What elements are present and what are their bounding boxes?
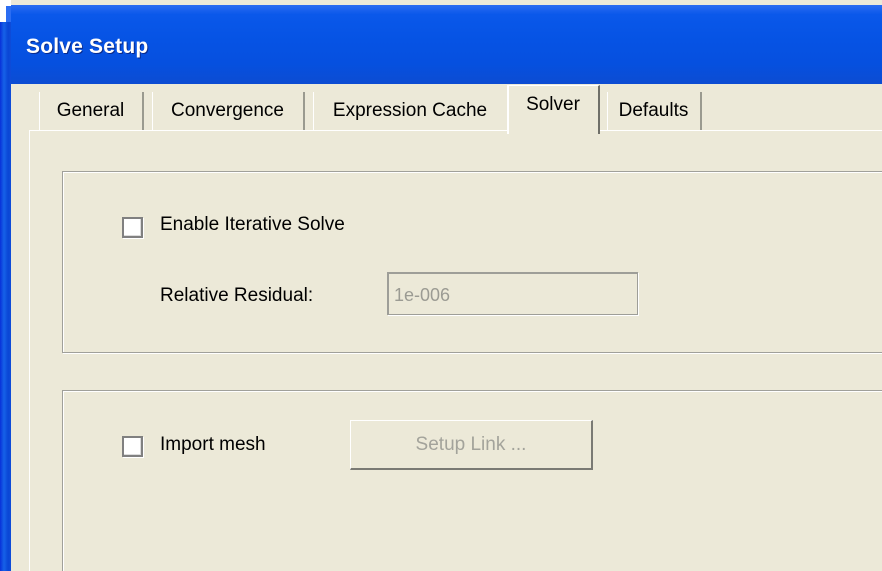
tab-solver-label: Solver (526, 94, 580, 115)
setup-link-button[interactable]: Setup Link ... (350, 420, 593, 470)
title-bar[interactable]: Solve Setup (0, 5, 882, 84)
tab-strip: General Convergence Expression Cache Sol… (11, 84, 882, 134)
tab-convergence[interactable]: Convergence (152, 92, 305, 130)
tab-defaults-label: Defaults (618, 100, 689, 121)
relative-residual-label: Relative Residual: (160, 285, 314, 306)
tab-expression-cache[interactable]: Expression Cache (313, 92, 509, 130)
tab-expression-cache-label: Expression Cache (332, 100, 488, 121)
enable-iterative-solve-checkbox[interactable] (122, 217, 143, 238)
tab-general-label: General (56, 100, 125, 121)
iterative-solve-group (62, 171, 882, 353)
tab-convergence-label: Convergence (170, 100, 285, 121)
window-frame-left (0, 0, 11, 571)
tab-defaults[interactable]: Defaults (607, 92, 702, 130)
import-mesh-group (62, 390, 882, 571)
window-title: Solve Setup (26, 35, 149, 58)
window-frame-corner (0, 0, 11, 22)
solve-setup-dialog: Solve Setup General Convergence Expressi… (0, 0, 882, 571)
tab-general[interactable]: General (39, 92, 144, 130)
enable-iterative-solve-label: Enable Iterative Solve (160, 214, 345, 235)
import-mesh-checkbox[interactable] (122, 436, 143, 457)
tab-solver[interactable]: Solver (507, 85, 600, 134)
relative-residual-input[interactable]: 1e-006 (387, 272, 638, 315)
import-mesh-label: Import mesh (160, 434, 266, 455)
setup-link-button-label: Setup Link ... (415, 433, 527, 455)
